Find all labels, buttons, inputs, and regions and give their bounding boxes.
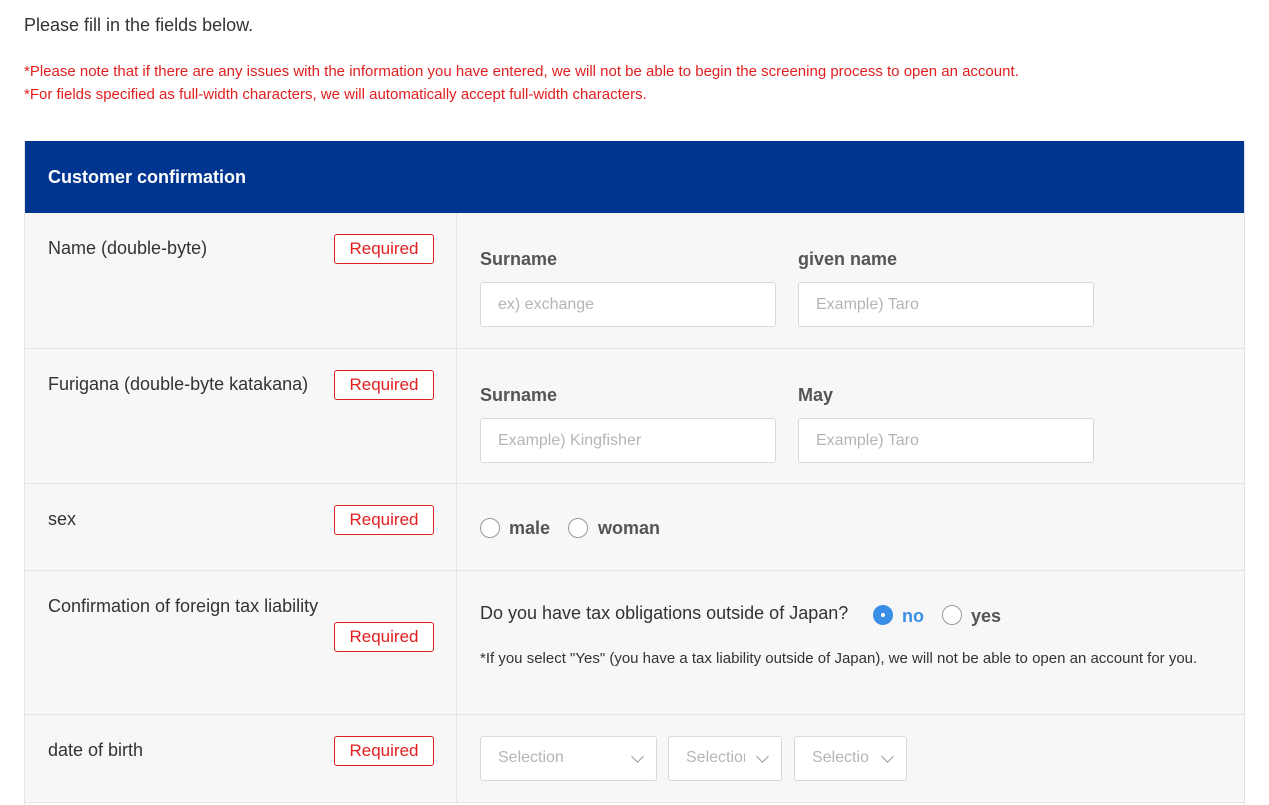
row-furigana: Furigana (double-byte katakana) Required…: [25, 349, 1244, 484]
notice-line-2: *For fields specified as full-width char…: [24, 86, 647, 103]
male-radio[interactable]: [480, 518, 500, 538]
label-name: Name (double-byte): [48, 238, 208, 258]
value-cell-furigana: Surname May: [457, 349, 1244, 483]
label-cell-furigana: Furigana (double-byte katakana) Required: [25, 349, 457, 483]
row-sex: sex Required male woman: [25, 484, 1244, 571]
birth-day-select[interactable]: Selection: [794, 736, 907, 781]
tax-question: Do you have tax obligations outside of J…: [480, 603, 849, 623]
birth-year-select[interactable]: Selection: [480, 736, 657, 781]
label-dob: date of birth: [48, 740, 144, 760]
notice-line-1: *Please note that if there are any issue…: [24, 63, 1019, 80]
label-cell-dob: date of birth Required: [25, 715, 457, 802]
tax-yes-label[interactable]: yes: [971, 606, 1001, 627]
label-sex: sex: [48, 509, 77, 529]
label-cell-tax: Confirmation of foreign tax liability Re…: [25, 571, 457, 714]
label-furigana: Furigana (double-byte katakana): [48, 374, 309, 394]
furigana-given-label: May: [798, 385, 834, 405]
birth-month-value: Selection: [686, 749, 752, 766]
furigana-surname-label: Surname: [480, 385, 558, 405]
row-dob: date of birth Required Selection Selecti…: [25, 715, 1244, 803]
tax-yes-radio[interactable]: [942, 605, 962, 625]
required-badge: Required: [334, 622, 434, 652]
label-cell-name: Name (double-byte) Required: [25, 213, 457, 348]
notice-block: *Please note that if there are any issue…: [24, 60, 1019, 106]
value-cell-name: Surname given name: [457, 213, 1244, 348]
page-intro: Please fill in the fields below.: [24, 15, 254, 35]
row-name: Name (double-byte) Required Surname give…: [25, 213, 1244, 349]
woman-label[interactable]: woman: [598, 518, 660, 539]
given-name-input[interactable]: [798, 282, 1094, 327]
furigana-given-input[interactable]: [798, 418, 1094, 463]
surname-input[interactable]: [480, 282, 776, 327]
value-cell-dob: Selection Selection Selection: [457, 715, 1244, 802]
section-header: Customer confirmation: [25, 141, 1244, 213]
required-badge: Required: [334, 505, 434, 535]
required-badge: Required: [334, 370, 434, 400]
required-badge: Required: [334, 736, 434, 766]
male-label[interactable]: male: [509, 518, 550, 539]
value-cell-tax: Do you have tax obligations outside of J…: [457, 571, 1244, 714]
tax-no-radio[interactable]: [873, 605, 893, 625]
tax-no-label[interactable]: no: [902, 606, 924, 627]
tax-note: *If you select "Yes" (you have a tax lia…: [480, 650, 1198, 667]
birth-day-value: Selection: [812, 749, 878, 766]
row-tax: Confirmation of foreign tax liability Re…: [25, 571, 1244, 715]
value-cell-sex: male woman: [457, 484, 1244, 570]
furigana-surname-input[interactable]: [480, 418, 776, 463]
customer-form: Customer confirmation Name (double-byte)…: [24, 141, 1245, 805]
label-cell-sex: sex Required: [25, 484, 457, 570]
required-badge: Required: [334, 234, 434, 264]
surname-label: Surname: [480, 249, 558, 269]
label-tax: Confirmation of foreign tax liability: [48, 596, 319, 616]
given-name-label: given name: [798, 249, 898, 269]
birth-year-value: Selection: [498, 749, 564, 766]
woman-radio[interactable]: [568, 518, 588, 538]
birth-month-select[interactable]: Selection: [668, 736, 782, 781]
